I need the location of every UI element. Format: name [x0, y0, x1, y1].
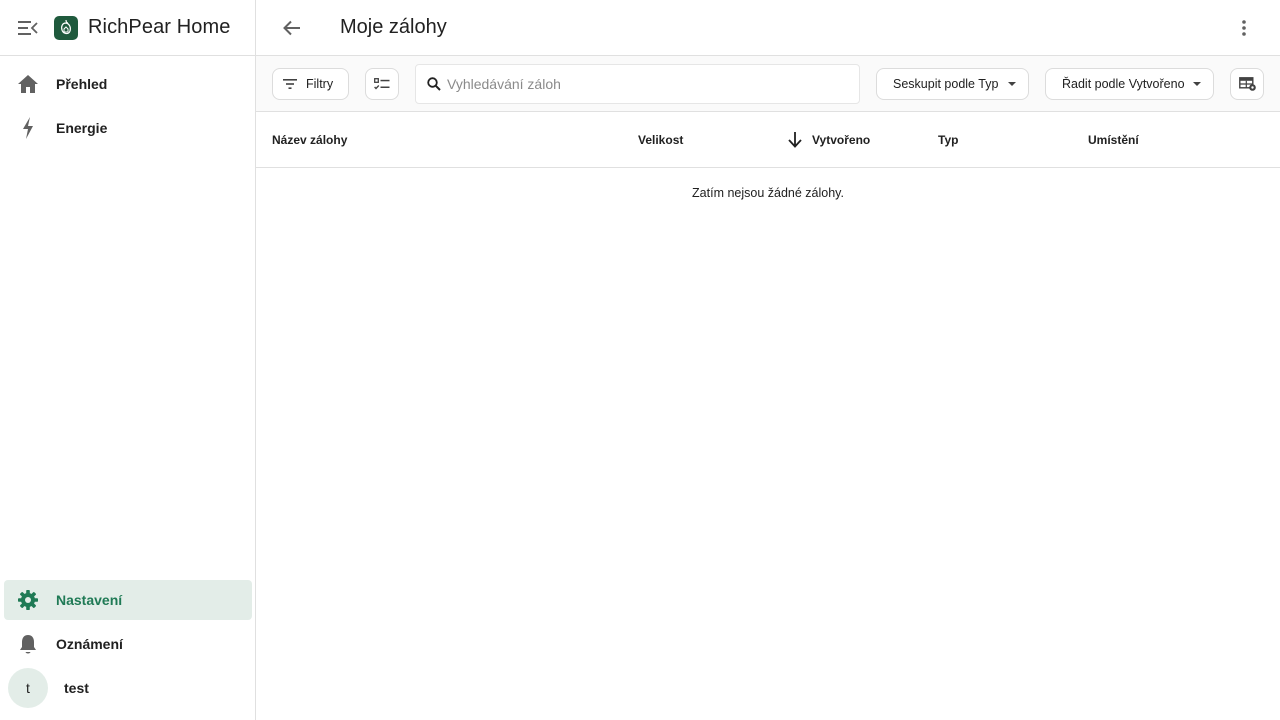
group-by-label: Seskupit podle Typ: [893, 77, 999, 91]
sidebar-item-label: Přehled: [56, 76, 108, 92]
sidebar-item-prehled[interactable]: Přehled: [4, 64, 252, 104]
lightning-icon: [4, 117, 52, 139]
column-header-type[interactable]: Typ: [938, 112, 958, 168]
empty-state-message: Zatím nejsou žádné zálohy.: [692, 186, 844, 200]
back-button[interactable]: [272, 8, 312, 48]
table-settings-icon: [1238, 77, 1256, 91]
sidebar-item-label: Nastavení: [56, 592, 123, 608]
more-options-button[interactable]: [1224, 8, 1264, 48]
table-toolbar: Filtry Seskupit podle Typ Řadit: [256, 56, 1280, 112]
sidebar-item-label: Energie: [56, 120, 108, 136]
more-vertical-icon: [1242, 20, 1246, 36]
gear-icon: [4, 590, 52, 610]
page-title: Moje zálohy: [340, 16, 447, 38]
sidebar-item-label: Oznámení: [56, 636, 123, 652]
sidebar: RichPear Home Přehled Energie Nastavení …: [0, 0, 256, 720]
sort-by-label: Řadit podle Vytvořeno: [1062, 77, 1185, 91]
sidebar-header: RichPear Home: [0, 0, 255, 56]
dropdown-arrow-icon: [1008, 82, 1016, 86]
home-icon: [4, 74, 52, 94]
top-bar: Moje zálohy: [256, 0, 1280, 56]
search-input[interactable]: [447, 76, 847, 92]
sidebar-item-energie[interactable]: Energie: [4, 108, 252, 148]
column-settings-button[interactable]: [1230, 68, 1264, 100]
search-icon: [427, 77, 441, 91]
avatar: t: [8, 668, 48, 708]
column-header-created[interactable]: Vytvořeno: [788, 112, 870, 168]
search-box[interactable]: [415, 64, 860, 104]
collapse-menu-button[interactable]: [0, 0, 56, 56]
dropdown-arrow-icon: [1193, 82, 1201, 86]
sort-by-dropdown[interactable]: Řadit podle Vytvořeno: [1045, 68, 1214, 100]
checklist-icon: [374, 78, 390, 90]
column-header-label: Vytvořeno: [812, 133, 871, 147]
column-header-size[interactable]: Velikost: [638, 112, 683, 168]
app-brand: RichPear Home: [88, 16, 231, 38]
menu-collapse-icon: [18, 20, 38, 35]
column-header-location[interactable]: Umístění: [1088, 112, 1139, 168]
filters-button[interactable]: Filtry: [272, 68, 349, 100]
arrow-left-icon: [283, 20, 300, 35]
sidebar-item-nastaveni[interactable]: Nastavení: [4, 580, 252, 620]
sidebar-item-oznameni[interactable]: Oznámení: [4, 624, 252, 664]
selection-mode-button[interactable]: [365, 68, 399, 100]
group-by-dropdown[interactable]: Seskupit podle Typ: [876, 68, 1029, 100]
table-header: Název zálohy Velikost Vytvořeno Typ Umís…: [256, 112, 1280, 168]
user-profile[interactable]: t test: [8, 668, 89, 708]
app-logo-icon: [54, 15, 78, 40]
sort-descending-icon: [788, 132, 802, 148]
column-header-name[interactable]: Název zálohy: [272, 112, 347, 168]
bell-icon: [4, 634, 52, 655]
main-content: Moje zálohy Filtry Vyhledávání záloh Ses…: [256, 0, 1280, 720]
user-name: test: [64, 680, 89, 696]
filter-icon: [283, 79, 297, 89]
filters-label: Filtry: [306, 77, 334, 91]
